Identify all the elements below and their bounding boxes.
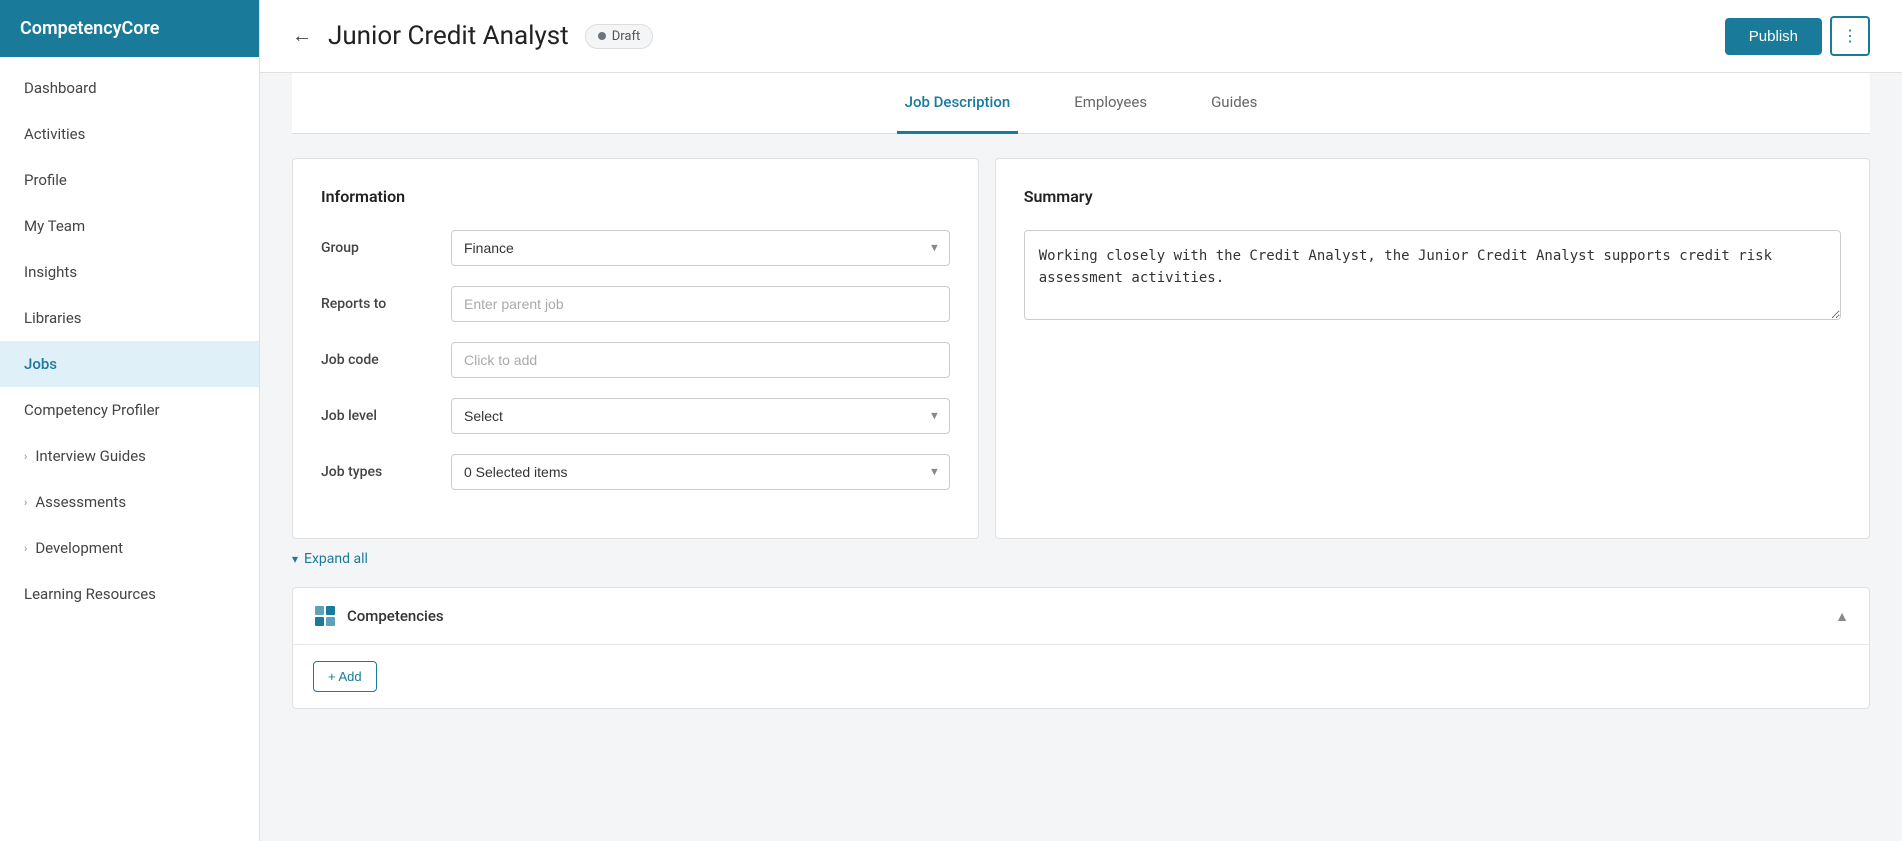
status-badge: Draft <box>585 24 654 49</box>
reports-to-input[interactable] <box>451 286 950 322</box>
tab-employees[interactable]: Employees <box>1066 73 1155 134</box>
status-dot-icon <box>598 32 606 40</box>
reports-to-label: Reports to <box>321 296 451 312</box>
page-title: Junior Credit Analyst <box>328 21 569 51</box>
job-types-select-wrapper: 0 Selected items <box>451 454 950 490</box>
chevron-icon: › <box>24 542 27 555</box>
status-label: Draft <box>612 29 641 44</box>
competencies-icon <box>313 604 337 628</box>
sidebar-item-dashboard[interactable]: Dashboard <box>0 65 259 111</box>
sidebar: CompetencyCore Dashboard Activities Prof… <box>0 0 260 841</box>
group-select-wrapper: Finance <box>451 230 950 266</box>
reports-to-row: Reports to <box>321 286 950 322</box>
job-code-label: Job code <box>321 352 451 368</box>
competencies-header: Competencies ▲ <box>293 588 1869 645</box>
job-types-label: Job types <box>321 464 451 480</box>
page-header: ← Junior Credit Analyst Draft Publish ⋮ <box>260 0 1902 73</box>
competencies-body: + Add <box>293 645 1869 708</box>
summary-title: Summary <box>1024 187 1841 206</box>
tab-guides[interactable]: Guides <box>1203 73 1265 134</box>
sidebar-item-myteam[interactable]: My Team <box>0 203 259 249</box>
sidebar-item-insights[interactable]: Insights <box>0 249 259 295</box>
summary-textarea[interactable]: Working closely with the Credit Analyst,… <box>1024 230 1841 320</box>
expand-chevron-icon: ▾ <box>292 552 298 566</box>
group-label: Group <box>321 240 451 256</box>
job-level-row: Job level Select <box>321 398 950 434</box>
add-competency-button[interactable]: + Add <box>313 661 377 692</box>
chevron-icon: › <box>24 450 27 463</box>
expand-all-button[interactable]: ▾ Expand all <box>292 539 1870 579</box>
more-options-button[interactable]: ⋮ <box>1830 16 1870 56</box>
sidebar-item-jobs[interactable]: Jobs <box>0 341 259 387</box>
content-area: Job Description Employees Guides Informa… <box>260 73 1902 841</box>
group-row: Group Finance <box>321 230 950 266</box>
chevron-icon: › <box>24 496 27 509</box>
competencies-title: Competencies <box>347 607 1835 625</box>
information-panel: Information Group Finance Reports to <box>292 158 979 539</box>
job-code-row: Job code <box>321 342 950 378</box>
job-code-input[interactable] <box>451 342 950 378</box>
main-content: ← Junior Credit Analyst Draft Publish ⋮ … <box>260 0 1902 841</box>
competencies-section: Competencies ▲ + Add <box>292 587 1870 709</box>
tabs-bar: Job Description Employees Guides <box>292 73 1870 134</box>
section-collapse-icon[interactable]: ▲ <box>1835 608 1849 625</box>
sidebar-item-libraries[interactable]: Libraries <box>0 295 259 341</box>
job-types-row: Job types 0 Selected items <box>321 454 950 490</box>
header-actions: Publish ⋮ <box>1725 16 1870 56</box>
tab-job-description[interactable]: Job Description <box>897 73 1019 134</box>
back-button[interactable]: ← <box>292 25 312 48</box>
job-level-select-wrapper: Select <box>451 398 950 434</box>
expand-all-label: Expand all <box>304 551 368 567</box>
sidebar-item-interview-guides[interactable]: › Interview Guides <box>0 433 259 479</box>
information-title: Information <box>321 187 950 206</box>
sidebar-nav: Dashboard Activities Profile My Team Ins… <box>0 57 259 625</box>
sidebar-item-competency-profiler[interactable]: Competency Profiler <box>0 387 259 433</box>
job-types-select[interactable]: 0 Selected items <box>451 454 950 490</box>
sidebar-item-learning-resources[interactable]: Learning Resources <box>0 571 259 617</box>
job-level-select[interactable]: Select <box>451 398 950 434</box>
sidebar-item-activities[interactable]: Activities <box>0 111 259 157</box>
brand-logo: CompetencyCore <box>0 0 259 57</box>
group-select[interactable]: Finance <box>451 230 950 266</box>
sidebar-item-assessments[interactable]: › Assessments <box>0 479 259 525</box>
sidebar-item-profile[interactable]: Profile <box>0 157 259 203</box>
two-column-layout: Information Group Finance Reports to <box>292 158 1870 539</box>
sidebar-item-development[interactable]: › Development <box>0 525 259 571</box>
publish-button[interactable]: Publish <box>1725 18 1822 55</box>
summary-panel: Summary Working closely with the Credit … <box>995 158 1870 539</box>
job-level-label: Job level <box>321 408 451 424</box>
